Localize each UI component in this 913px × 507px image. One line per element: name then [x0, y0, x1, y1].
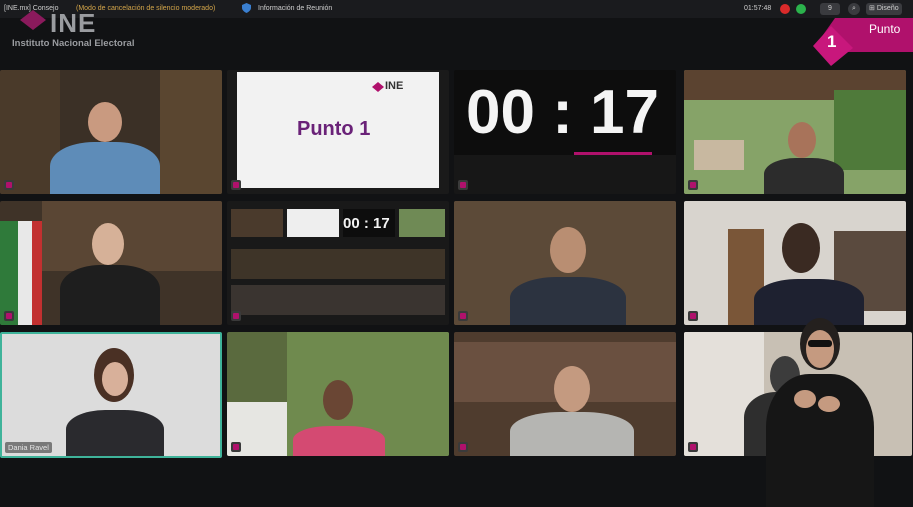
countdown-timer: 00 : 17 — [466, 78, 660, 147]
sign-language-interpreter — [760, 318, 880, 507]
slide-tile[interactable]: INE Punto 1 — [227, 70, 449, 194]
screen-share-tile[interactable]: 00 : 17 — [227, 201, 449, 325]
audio-indicator-icon — [231, 311, 241, 321]
audio-indicator-icon — [231, 180, 241, 190]
audio-indicator-icon — [4, 180, 14, 190]
video-tile[interactable] — [0, 70, 222, 194]
participants-count[interactable]: 9 — [820, 3, 840, 15]
audio-indicator-icon — [688, 442, 698, 452]
ine-slide-mark-icon — [372, 82, 384, 92]
clock: 01:57:48 — [744, 5, 772, 12]
timer-tile[interactable]: 00 : 17 — [454, 70, 676, 194]
audio-indicator-icon — [231, 442, 241, 452]
audio-indicator-icon — [688, 180, 698, 190]
connection-icon[interactable] — [796, 4, 806, 14]
audio-indicator-icon — [458, 180, 468, 190]
agenda-badge: 1 Punto — [813, 18, 913, 66]
audio-indicator-icon — [458, 442, 468, 452]
agenda-number: 1 — [827, 32, 837, 51]
video-tile[interactable] — [227, 332, 449, 456]
slide-title: Punto 1 — [297, 118, 371, 140]
slide-brand: INE — [385, 80, 404, 92]
video-tile[interactable] — [0, 201, 222, 325]
active-speaker-tile[interactable]: Dania Ravel — [0, 332, 222, 458]
logo-full: Instituto Nacional Electoral — [12, 38, 135, 49]
mini-timer: 00 : 17 — [343, 215, 390, 232]
participant-name: Dania Ravel — [5, 442, 52, 453]
layout-label: Diseño — [876, 5, 899, 12]
agenda-label: Punto — [869, 22, 901, 36]
logo-short: INE — [50, 8, 97, 38]
record-icon[interactable] — [780, 4, 790, 14]
ine-logo: INE Instituto Nacional Electoral — [12, 8, 172, 52]
video-tile[interactable] — [454, 201, 676, 325]
meeting-info-link[interactable]: Información de Reunión — [258, 0, 332, 18]
audio-indicator-icon — [688, 311, 698, 321]
audio-indicator-icon — [458, 311, 468, 321]
video-tile[interactable] — [454, 332, 676, 456]
shield-icon — [242, 0, 251, 18]
search-icon[interactable]: ⌕ — [848, 3, 860, 15]
ine-mark-icon — [20, 10, 46, 30]
audio-indicator-icon — [4, 311, 14, 321]
timer-progress — [574, 152, 652, 155]
video-tile[interactable] — [684, 70, 906, 194]
layout-button[interactable]: ⊞ Diseño — [866, 3, 902, 15]
video-tile[interactable] — [684, 201, 906, 325]
